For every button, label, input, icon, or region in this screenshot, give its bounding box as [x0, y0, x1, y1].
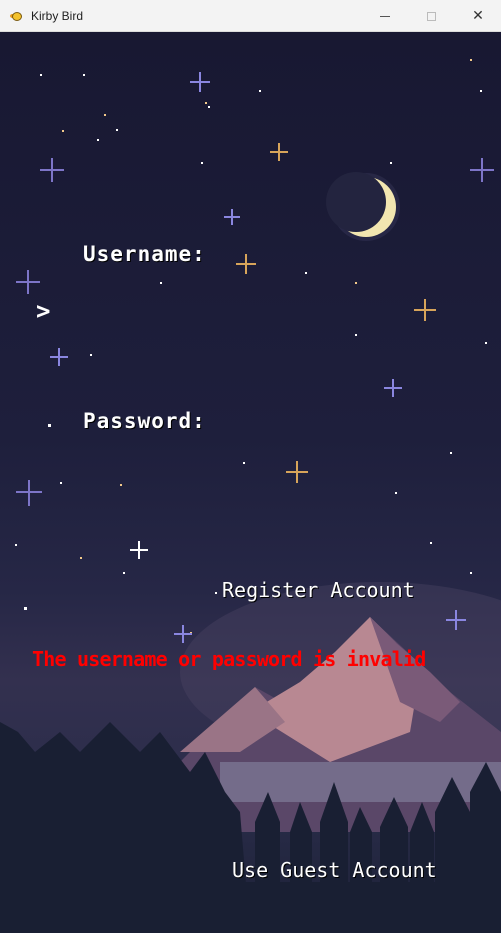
sparkle-stars	[16, 72, 494, 643]
maximize-icon	[426, 11, 436, 21]
password-label: Password:	[83, 409, 206, 433]
maximize-button[interactable]	[408, 0, 454, 32]
stars	[15, 74, 487, 610]
minimize-icon	[380, 15, 390, 17]
use-guest-account-button[interactable]: Use Guest Account	[232, 858, 437, 882]
crescent-moon-icon	[326, 172, 400, 241]
username-input-cursor[interactable]: >	[36, 297, 50, 325]
error-message: The username or password is invalid	[32, 647, 426, 671]
game-canvas[interactable]: Username: > Password: Register Account T…	[0, 32, 501, 933]
kirby-bird-icon	[10, 9, 24, 23]
game-window: Kirby Bird ✕ Username: > Password: Regis…	[0, 0, 501, 933]
username-label: Username:	[83, 242, 206, 266]
minimize-button[interactable]	[362, 0, 408, 32]
window-title: Kirby Bird	[31, 8, 84, 23]
warm-stars	[62, 59, 472, 634]
close-button[interactable]: ✕	[455, 0, 501, 32]
title-bar[interactable]: Kirby Bird ✕	[0, 0, 501, 32]
night-sky-background	[0, 59, 501, 933]
close-icon: ✕	[472, 8, 484, 24]
register-account-button[interactable]: Register Account	[222, 578, 415, 602]
